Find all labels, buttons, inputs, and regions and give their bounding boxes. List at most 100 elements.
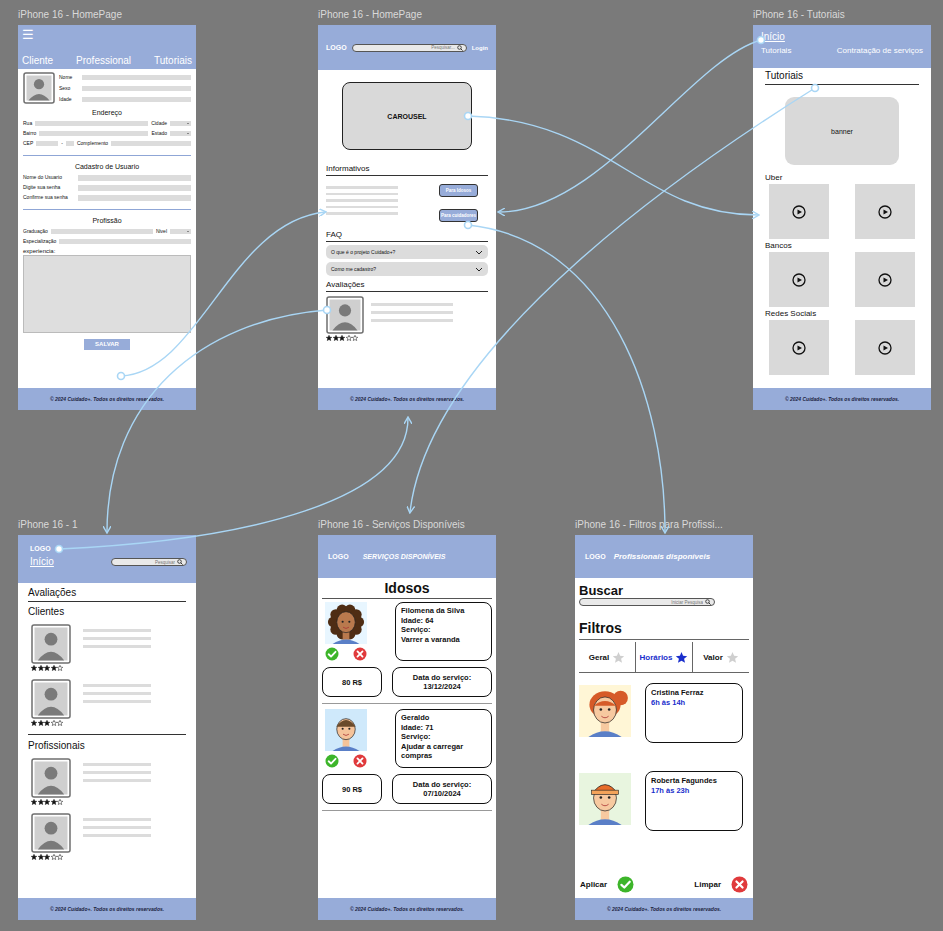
professional-name: Cristina Ferraz	[651, 688, 737, 698]
search-bar[interactable]	[579, 598, 715, 606]
video-thumbnail[interactable]	[855, 252, 915, 307]
video-thumbnail[interactable]	[769, 320, 829, 375]
apply-button[interactable]: Aplicar	[580, 876, 634, 893]
professional-card: Cristina Ferraz6h às 14h	[645, 683, 743, 743]
text-field[interactable]	[78, 185, 191, 191]
logo[interactable]: LOGO	[585, 553, 606, 560]
select-field[interactable]	[170, 131, 191, 136]
nav-link[interactable]: Tutoriais	[761, 46, 791, 56]
reject-button[interactable]	[353, 647, 367, 661]
text-field[interactable]	[51, 229, 153, 234]
text-field[interactable]	[59, 239, 191, 244]
text-line	[326, 186, 398, 189]
service-label: Serviço:	[401, 732, 486, 742]
faq-item[interactable]: O que é o projeto Cuidado+?	[326, 245, 488, 259]
logo[interactable]: LOGO	[328, 553, 349, 560]
professional-item[interactable]: Roberta Fagundes17h às 23h	[579, 771, 749, 831]
video-thumbnail[interactable]	[855, 184, 915, 239]
filter-tab[interactable]: Valor	[692, 642, 749, 672]
star-icon	[57, 854, 63, 860]
audience-button[interactable]: Para cuidadores	[439, 209, 478, 222]
nav-bar: Cliente Professional Tutoriais	[22, 55, 192, 67]
star-icon	[675, 651, 688, 664]
login-link[interactable]: Login	[472, 45, 488, 51]
carousel[interactable]: CAROUSEL	[342, 82, 472, 150]
nav-link[interactable]: Cliente	[22, 55, 53, 67]
star-icon	[346, 335, 352, 341]
text-field[interactable]	[78, 195, 191, 201]
home-link[interactable]: Início	[30, 556, 54, 568]
search-input[interactable]	[115, 559, 175, 565]
text-line	[83, 684, 151, 687]
text-field[interactable]	[35, 121, 148, 126]
service-description: Ajudar a carregar compras	[401, 742, 486, 761]
filter-actions: Aplicar Limpar	[579, 876, 749, 895]
cep-field[interactable]	[36, 141, 58, 146]
select-field[interactable]	[170, 229, 191, 234]
play-icon	[878, 341, 892, 355]
magnifier-icon	[457, 45, 463, 51]
text-field[interactable]	[82, 75, 191, 80]
text-field[interactable]	[82, 86, 191, 91]
price-box: 90 R$	[322, 774, 382, 804]
logo[interactable]: LOGO	[326, 44, 347, 51]
request-person	[322, 709, 389, 768]
section-title: Profissão	[23, 216, 191, 225]
logo[interactable]: LOGO	[30, 544, 187, 553]
field-label: Bairro	[23, 130, 36, 137]
reject-button[interactable]	[353, 754, 367, 768]
apply-label: Aplicar	[580, 880, 607, 889]
video-thumbnail[interactable]	[855, 320, 915, 375]
star-icon	[38, 854, 44, 860]
accept-button[interactable]	[325, 647, 339, 661]
user-avatar-icon	[31, 624, 71, 664]
home-link[interactable]: Início	[761, 31, 923, 43]
phone-frame: LOGOInícioAvaliaçõesClientesProfissionai…	[18, 535, 196, 920]
text-field[interactable]	[78, 175, 191, 181]
search-input[interactable]	[583, 599, 703, 605]
date-label: Data do serviço:	[413, 673, 471, 683]
star-icon	[44, 720, 50, 726]
person-age: Idade: 64	[401, 616, 486, 626]
chevron-icon	[475, 267, 483, 272]
professional-photo	[579, 685, 631, 737]
accept-button[interactable]	[325, 754, 339, 768]
clear-button[interactable]: Limpar	[694, 876, 748, 893]
review-text	[83, 629, 151, 671]
search-input[interactable]	[356, 45, 455, 51]
menu-icon[interactable]: ☰	[22, 28, 192, 42]
audience-button[interactable]: Para Idosos	[439, 184, 478, 197]
text-field[interactable]	[82, 97, 191, 102]
text-field[interactable]	[39, 131, 148, 136]
form-row: GraduaçãoNivel	[23, 228, 191, 235]
chevron-icon	[186, 230, 190, 233]
select-field[interactable]	[170, 121, 191, 126]
review-item	[31, 813, 186, 860]
filter-tab[interactable]: Geral	[579, 642, 635, 672]
experience-textarea[interactable]	[23, 255, 191, 333]
save-button[interactable]: SALVAR	[84, 339, 130, 350]
professional-item[interactable]: Cristina Ferraz6h às 14h	[579, 683, 749, 743]
text-line	[83, 692, 151, 695]
nav-link[interactable]: Professional	[76, 55, 131, 67]
page-title: Avaliações	[28, 587, 186, 602]
filter-tab[interactable]: Horários	[635, 642, 692, 672]
home-content: CAROUSELInformativosPara IdososPara cuid…	[318, 70, 496, 388]
cep-suffix-field[interactable]	[66, 141, 74, 146]
play-icon	[878, 273, 892, 287]
video-thumbnail[interactable]	[769, 184, 829, 239]
review-item	[31, 758, 186, 805]
nav-link[interactable]: Contratação de serviços	[837, 46, 923, 56]
nav-link[interactable]: Tutoriais	[154, 55, 192, 67]
search-bar[interactable]	[111, 558, 187, 566]
faq-item[interactable]: Como me cadastro?	[326, 262, 488, 276]
video-thumbnail[interactable]	[769, 252, 829, 307]
text-field[interactable]	[111, 141, 191, 146]
star-rating	[326, 335, 364, 341]
star-icon	[57, 665, 63, 671]
video-row	[765, 320, 919, 375]
search-bar[interactable]	[352, 44, 467, 52]
banner[interactable]: banner	[785, 97, 899, 165]
magnifier-icon	[177, 559, 183, 565]
footer: © 2024 Cuidado+. Todos os direitos reser…	[318, 898, 496, 920]
